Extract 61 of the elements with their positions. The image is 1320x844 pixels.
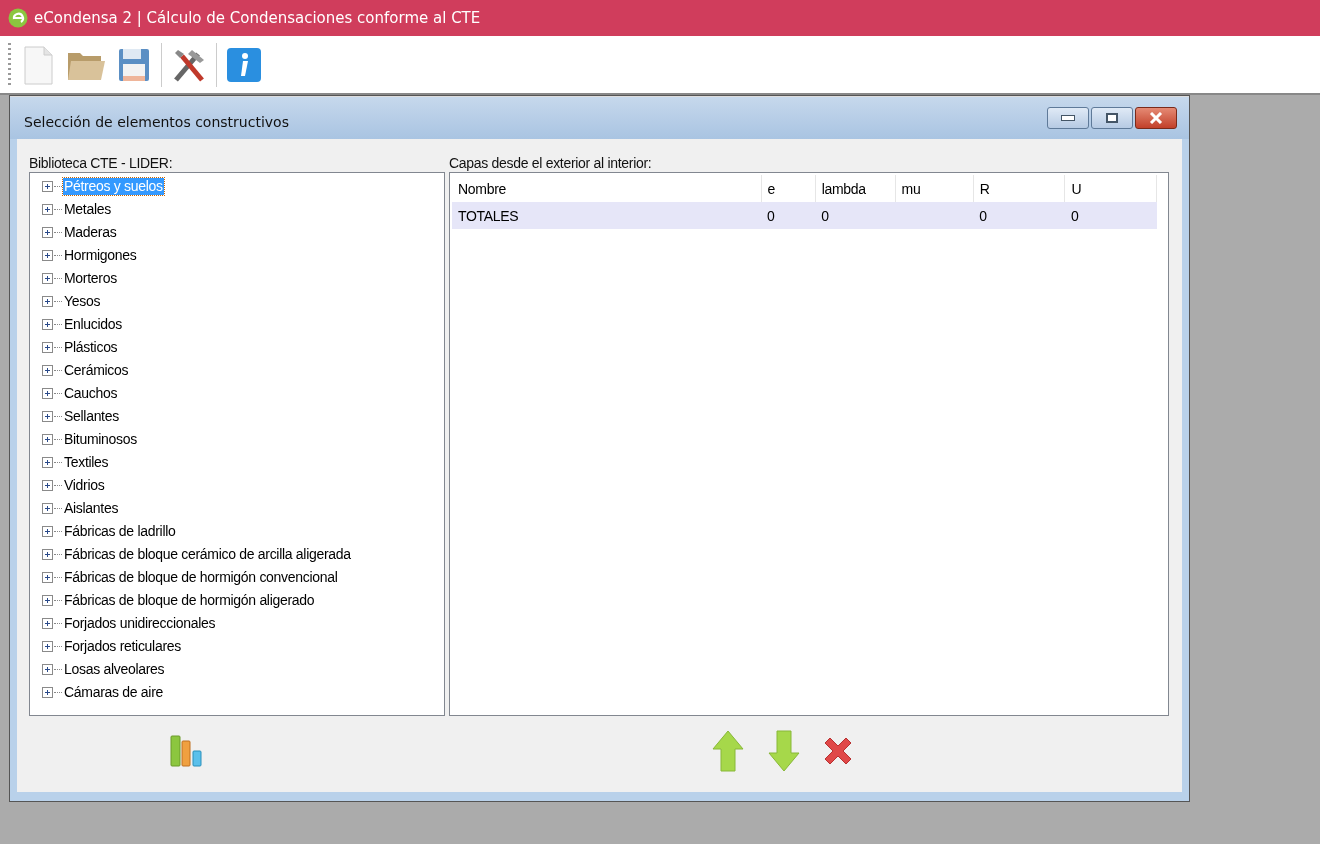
expand-icon[interactable] xyxy=(42,618,53,629)
dialog-title: Selección de elementos constructivos xyxy=(24,113,290,130)
expand-icon[interactable] xyxy=(42,641,53,652)
tree-item[interactable]: Vidrios xyxy=(63,477,106,494)
expand-icon[interactable] xyxy=(42,572,53,583)
minimize-button[interactable] xyxy=(1047,107,1089,129)
expand-icon[interactable] xyxy=(42,411,53,422)
tree-item[interactable]: Yesos xyxy=(63,293,102,310)
expand-icon[interactable] xyxy=(42,664,53,675)
library-label: Biblioteca CTE - LIDER: xyxy=(29,154,174,172)
expand-icon[interactable] xyxy=(42,434,53,445)
close-icon xyxy=(1149,112,1163,124)
tree-item[interactable]: Cauchos xyxy=(63,385,119,402)
close-button[interactable] xyxy=(1135,107,1177,129)
tree-item[interactable]: Cerámicos xyxy=(63,362,130,379)
layers-label: Capas desde el exterior al interior: xyxy=(449,154,653,172)
tree-item[interactable]: Cámaras de aire xyxy=(63,684,164,701)
window-title: eCondensa 2 | Cálculo de Condensaciones conforme al CTE xyxy=(34,9,481,27)
tree-item[interactable]: Morteros xyxy=(63,270,118,287)
maximize-button[interactable] xyxy=(1091,107,1133,129)
table-cell: TOTALES xyxy=(452,202,761,229)
tree-item[interactable]: Metales xyxy=(63,201,112,218)
expand-icon[interactable] xyxy=(42,342,53,353)
table-cell: 0 xyxy=(973,202,1065,229)
table-cell: 0 xyxy=(761,202,816,229)
tree-item[interactable]: Plásticos xyxy=(63,339,119,356)
tree-item[interactable]: Textiles xyxy=(63,454,110,471)
expand-icon[interactable] xyxy=(42,457,53,468)
expand-icon[interactable] xyxy=(42,204,53,215)
maximize-icon xyxy=(1106,113,1118,123)
expand-icon[interactable] xyxy=(42,388,53,399)
tree-item[interactable]: Forjados unidireccionales xyxy=(63,615,217,632)
expand-icon[interactable] xyxy=(42,227,53,238)
expand-icon[interactable] xyxy=(42,296,53,307)
expand-icon[interactable] xyxy=(42,595,53,606)
expand-icon[interactable] xyxy=(42,181,53,192)
tree-item[interactable]: Fábricas de ladrillo xyxy=(63,523,177,540)
tree-item[interactable]: Fábricas de bloque de hormigón convencional xyxy=(63,569,339,586)
expand-icon[interactable] xyxy=(42,526,53,537)
expand-icon[interactable] xyxy=(42,480,53,491)
expand-icon[interactable] xyxy=(42,319,53,330)
expand-icon[interactable] xyxy=(42,250,53,261)
tree-item[interactable]: Enlucidos xyxy=(63,316,123,333)
tree-item[interactable]: Forjados reticulares xyxy=(63,638,182,655)
expand-icon[interactable] xyxy=(42,503,53,514)
tree-item[interactable]: Hormigones xyxy=(63,247,138,264)
tree-item[interactable]: Bituminosos xyxy=(63,431,138,448)
tree-item[interactable]: Maderas xyxy=(63,224,118,241)
tree-item[interactable]: Fábricas de bloque de hormigón aligerado xyxy=(63,592,316,609)
expand-icon[interactable] xyxy=(42,687,53,698)
expand-icon[interactable] xyxy=(42,549,53,560)
table-cell: 0 xyxy=(1064,202,1157,229)
tree-item[interactable]: Aislantes xyxy=(63,500,120,517)
table-cell: 0 xyxy=(815,202,896,229)
minimize-icon xyxy=(1061,115,1075,121)
app-logo-icon xyxy=(8,8,28,28)
tree-item[interactable]: Fábricas de bloque cerámico de arcilla aligerada xyxy=(63,546,352,563)
expand-icon[interactable] xyxy=(42,365,53,376)
expand-icon[interactable] xyxy=(42,273,53,284)
tree-item[interactable]: Losas alveolares xyxy=(63,661,166,678)
tree-item[interactable]: Sellantes xyxy=(63,408,120,425)
